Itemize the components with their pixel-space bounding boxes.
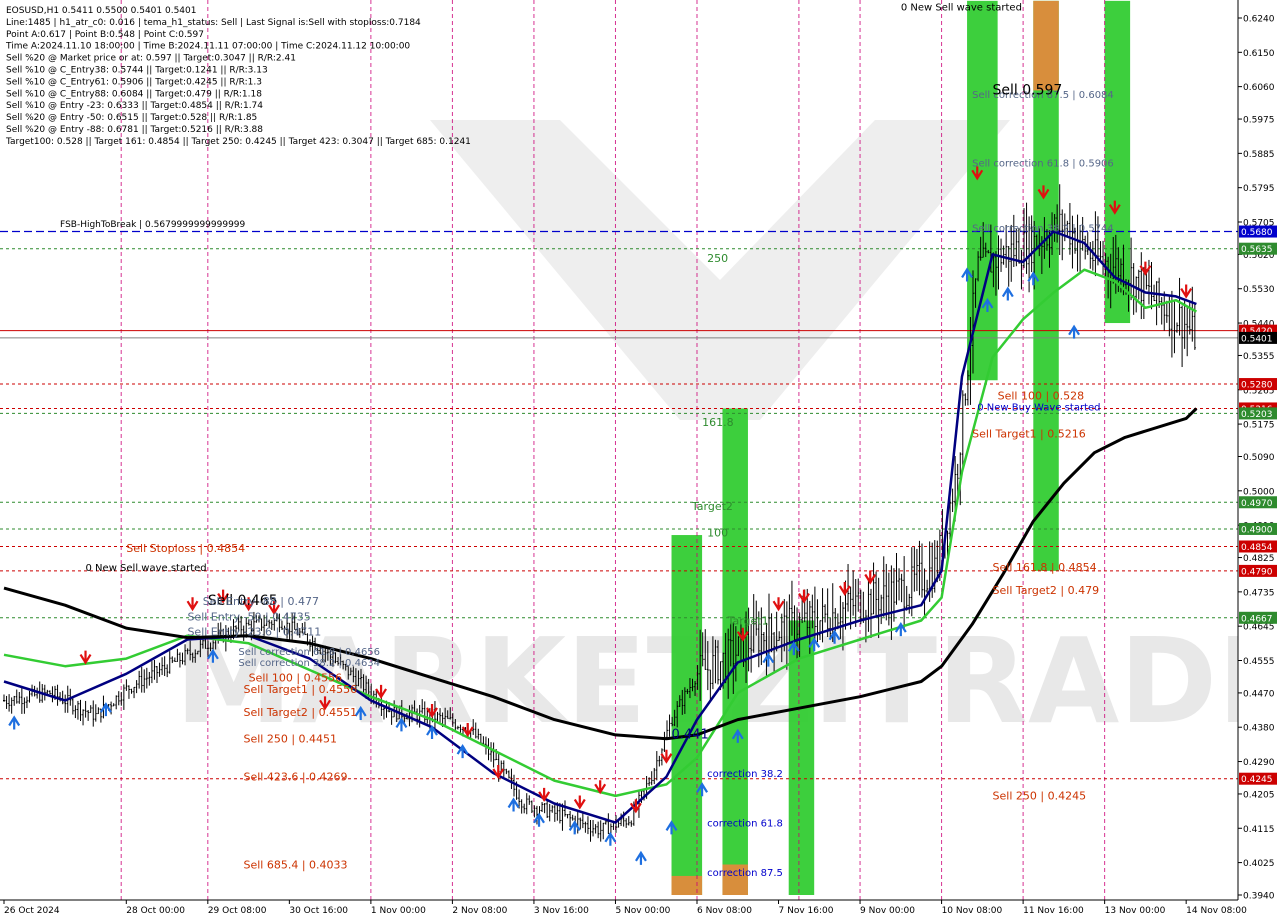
chart-annotation: Sell 0.597: [993, 82, 1063, 98]
price-tag-label: 0.4900: [1241, 525, 1273, 535]
x-tick-label: 30 Oct 16:00: [289, 906, 348, 916]
info-line: Sell %20 @ Market price or at: 0.597 || …: [6, 54, 296, 64]
price-tag-label: 0.4854: [1241, 543, 1273, 553]
chart-annotation: Target2: [691, 500, 733, 513]
x-tick-label: 6 Nov 08:00: [697, 906, 752, 916]
x-tick-label: 26 Oct 2024: [4, 906, 60, 916]
info-line: Sell %10 @ C_Entry38: 0.5744 || Target:0…: [6, 66, 268, 76]
chart-window: MARKETZITRADE FSB-HighToBreak | 0.567999…: [0, 0, 1280, 920]
chart-annotation: 0 New Sell wave started: [86, 563, 207, 574]
chart-annotation: Sell 100 | 0.4556: [249, 671, 343, 684]
info-line: Sell %10 @ Entry -23: 0.6333 || Target:0…: [6, 101, 263, 111]
y-tick-label: 0.5795: [1243, 184, 1275, 194]
chart-annotation: Sell Stoploss | 0.4854: [126, 542, 245, 555]
chart-annotation: Sell Target2 | 0.4551: [243, 706, 357, 719]
y-tick-label: 0.5175: [1243, 421, 1275, 431]
signal-zone: [671, 875, 703, 895]
y-tick-label: 0.4825: [1243, 554, 1275, 564]
price-tag-label: 0.4245: [1241, 775, 1273, 785]
chart-annotation: 0 New Sell wave started: [901, 2, 1022, 13]
x-tick-label: 14 Nov 08:00: [1186, 906, 1247, 916]
y-tick-label: 0.4290: [1243, 758, 1275, 768]
x-tick-label: 9 Nov 00:00: [860, 906, 915, 916]
chart-annotation: correction 38.2: [707, 769, 783, 780]
chart-annotation: Sell 250 | 0.4451: [243, 732, 337, 745]
signal-zone: [967, 0, 998, 381]
chart-annotation: Sell Target1 | 0.5216: [972, 427, 1086, 440]
x-tick-label: 5 Nov 00:00: [615, 906, 670, 916]
price-tag-label: 0.5203: [1241, 410, 1273, 420]
chart-annotation: Sell Entry -50 | 0.4735: [187, 610, 310, 623]
y-tick-label: 0.3940: [1243, 892, 1275, 902]
x-tick-label: 7 Nov 16:00: [779, 906, 834, 916]
x-tick-label: 13 Nov 00:00: [1105, 906, 1166, 916]
x-tick-label: 1 Nov 00:00: [371, 906, 426, 916]
info-line: Line:1485 | h1_atr_c0: 0.016 | tema_h1_s…: [6, 18, 421, 28]
price-tag-label: 0.4667: [1241, 614, 1273, 624]
chart-annotation: Sell 161.8 | 0.4854: [993, 561, 1097, 574]
y-tick-label: 0.4025: [1243, 859, 1275, 869]
chart-annotation: Sell 423.6 | 0.4269: [243, 771, 347, 784]
chart-annotation: 100: [707, 527, 728, 540]
info-line: Time A:2024.11.10 18:00:00 | Time B:2024…: [5, 42, 410, 52]
chart-annotation: Sell 250 | 0.4245: [993, 790, 1087, 803]
chart-annotation: correction 87.5: [707, 868, 783, 879]
y-tick-label: 0.6240: [1243, 15, 1275, 25]
y-tick-label: 0.6060: [1243, 83, 1275, 93]
chart-annotation: Sell Target1 | 0.4556: [243, 683, 357, 696]
price-tag-label: 0.4970: [1241, 499, 1273, 509]
y-tick-label: 0.4380: [1243, 724, 1275, 734]
y-tick-label: 0.5885: [1243, 150, 1275, 160]
signal-zone: [1033, 0, 1059, 91]
chart-annotation: 250: [707, 252, 728, 265]
info-line: Sell %20 @ Entry -88: 0.6781 || Target:0…: [6, 125, 263, 135]
info-line: Target100: 0.528 || Target 161: 0.4854 |…: [5, 137, 471, 147]
chart-annotation: Sell correction 38.2 | 0.4634: [238, 658, 380, 669]
price-tag-label: 0.4790: [1241, 567, 1273, 577]
y-tick-label: 0.5000: [1243, 487, 1275, 497]
info-line: Sell %20 @ Entry -50: 0.6515 || Target:0…: [6, 113, 257, 123]
chart-annotation: Sell Entry -23.6 | 0.4711: [187, 626, 321, 639]
chart-annotation: Sell correction 61.8 | 0.5906: [972, 159, 1114, 170]
chart-annotation: Sell Entry -88 | 0.477: [203, 595, 319, 608]
y-tick-label: 0.5355: [1243, 352, 1275, 362]
info-line: Point A:0.617 | Point B:0.548 | Point C:…: [6, 30, 204, 40]
chart-annotation: Sell 100 | 0.528: [998, 389, 1085, 402]
info-line: Sell %10 @ C_Entry88: 0.6084 || Target:0…: [6, 89, 262, 99]
x-tick-label: 11 Nov 16:00: [1023, 906, 1084, 916]
chart-annotation: Sell correction 38.2 | 0.5744: [972, 224, 1114, 235]
price-tag-label: 0.5401: [1241, 334, 1273, 344]
y-tick-label: 0.5975: [1243, 116, 1275, 126]
x-tick-label: 29 Oct 08:00: [208, 906, 267, 916]
signal-zone: [671, 535, 703, 895]
chart-annotation: FSB-HighToBreak | 0.5679999999999999: [60, 220, 245, 230]
info-line: Sell %10 @ C_Entry61: 0.5906 || Target:0…: [6, 77, 262, 87]
y-tick-label: 0.5090: [1243, 453, 1275, 463]
chart-annotation: Sell correction 61.8 | 0.4656: [238, 647, 380, 658]
chart-annotation: correction 61.8: [707, 818, 783, 829]
price-tag-label: 0.5680: [1241, 228, 1273, 238]
y-tick-label: 0.4735: [1243, 588, 1275, 598]
y-tick-label: 0.4470: [1243, 689, 1275, 699]
y-tick-label: 0.4115: [1243, 825, 1275, 835]
x-tick-label: 3 Nov 16:00: [534, 906, 589, 916]
chart-annotation: Target1: [727, 614, 769, 627]
x-tick-label: 28 Oct 00:00: [126, 906, 185, 916]
y-tick-label: 0.6150: [1243, 49, 1275, 59]
chart-annotation: Sell 685.4 | 0.4033: [243, 858, 347, 871]
y-tick-label: 0.4205: [1243, 790, 1275, 800]
info-line: EOSUSD,H1 0.5411 0.5500 0.5401 0.5401: [6, 6, 196, 16]
chart-annotation: 0.441: [672, 728, 709, 743]
price-tag-label: 0.5280: [1241, 381, 1273, 391]
chart-annotation: 161.8: [702, 416, 734, 429]
price-chart[interactable]: MARKETZITRADE FSB-HighToBreak | 0.567999…: [0, 0, 1280, 920]
y-tick-label: 0.4555: [1243, 657, 1275, 667]
x-tick-label: 10 Nov 08:00: [942, 906, 1003, 916]
y-tick-label: 0.5530: [1243, 285, 1275, 295]
x-tick-label: 2 Nov 08:00: [452, 906, 507, 916]
chart-annotation: 0 New Buy Wave started: [977, 403, 1100, 414]
price-tag-label: 0.5635: [1241, 245, 1273, 255]
chart-annotation: Sell Target2 | 0.479: [993, 584, 1100, 597]
